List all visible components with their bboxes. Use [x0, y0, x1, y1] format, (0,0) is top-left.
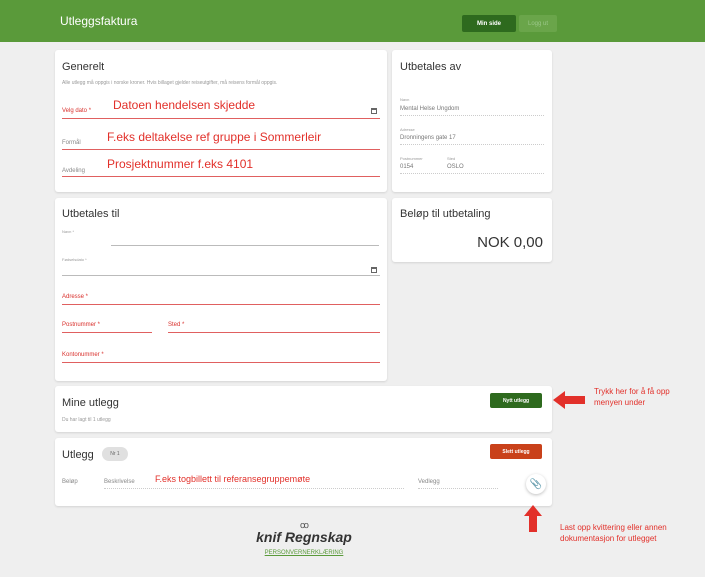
amount-value: NOK 0,00 [477, 234, 543, 251]
amount-title: Beløp til utbetaling [400, 208, 491, 220]
top-bar: Utleggsfaktura Min side Logg ut [0, 0, 705, 42]
general-card: Generelt Alle utlegg må oppgis i norske … [55, 50, 387, 192]
purpose-field[interactable] [62, 149, 380, 150]
date-annotation: Datoen hendelsen skjedde [113, 98, 256, 112]
general-note: Alle utlegg må oppgis i norske kroner. H… [62, 80, 278, 86]
payer-addr-label: Adresse [400, 127, 415, 132]
payee-city-field[interactable] [168, 332, 380, 333]
payee-birth-field[interactable] [62, 275, 380, 276]
my-page-button[interactable]: Min side [462, 15, 516, 32]
paperclip-icon[interactable]: 📎 [526, 474, 546, 494]
amount-card: Beløp til utbetaling NOK 0,00 [392, 198, 552, 262]
general-title: Generelt [62, 61, 105, 73]
dept-annotation: Prosjektnummer f.eks 4101 [107, 157, 254, 171]
calendar-icon[interactable] [371, 267, 377, 273]
payer-zip-value: 0154 [400, 164, 414, 170]
payer-addr-line [400, 144, 544, 145]
dept-field[interactable] [62, 176, 380, 177]
payee-account-field[interactable] [62, 362, 380, 363]
date-label: Velg dato * [62, 108, 92, 114]
footer-brand: knif Regnskap [256, 529, 352, 545]
payee-city-label: Sted * [168, 322, 185, 328]
expense-attach-label: Vedlegg [418, 479, 440, 485]
payer-zip-label: Postnummer [400, 156, 423, 161]
calendar-icon[interactable] [371, 108, 377, 114]
payer-name-line [400, 115, 544, 116]
expense-attach-field[interactable] [418, 488, 498, 489]
privacy-link[interactable]: PERSONVERNERKLÆRING [254, 550, 354, 556]
expense-amount-label: Beløp [62, 479, 78, 485]
dept-label: Avdeling [62, 168, 85, 174]
app-title: Utleggsfaktura [60, 14, 138, 28]
purpose-annotation: F.eks deltakelse ref gruppe i Sommerleir [107, 130, 322, 144]
payer-city-value: OSLO [447, 164, 464, 170]
my-expenses-title: Mine utlegg [62, 397, 119, 409]
expense-card: Utlegg Nr 1 Slett utlegg Beløp Beskrivel… [55, 438, 552, 506]
logout-button[interactable]: Logg ut [519, 15, 557, 32]
expense-desc-field[interactable] [104, 488, 404, 489]
payee-zip-field[interactable] [62, 332, 152, 333]
payee-title: Utbetales til [62, 208, 120, 220]
new-expense-hint: Trykk her for å få opp menyen under [594, 387, 670, 407]
payer-city-label: Sted [447, 156, 456, 161]
payee-birth-label: Fødselsdato * [62, 257, 87, 262]
my-expenses-subtitle: Du har lagt til 1 utlegg [62, 417, 111, 423]
payer-name-label: Navn [400, 97, 410, 102]
expense-number-chip: Nr 1 [102, 447, 128, 461]
delete-expense-button[interactable]: Slett utlegg [490, 444, 542, 459]
purpose-label: Formål [62, 140, 81, 146]
upload-hint: Last opp kvittering eller annen dokument… [560, 523, 667, 543]
payee-address-field[interactable] [62, 304, 380, 305]
payer-title: Utbetales av [400, 61, 462, 73]
payee-zip-label: Postnummer * [62, 322, 101, 328]
arrow-left-icon [553, 391, 585, 409]
payee-account-label: Kontonummer * [62, 352, 104, 358]
payee-name-label: Navn * [62, 229, 75, 234]
footer-logo: ꝏ knif Regnskap PERSONVERNERKLÆRING [254, 520, 354, 556]
new-expense-button[interactable]: Nytt utlegg [490, 393, 542, 408]
expense-desc-annotation: F.eks togbillett til referansegruppemøte [155, 474, 311, 484]
payer-name-value: Mental Helse Ungdom [400, 106, 460, 112]
payee-card: Utbetales til Navn * Fødselsdato * Adres… [55, 198, 387, 381]
my-expenses-card: Mine utlegg Du har lagt til 1 utlegg Nyt… [55, 386, 552, 432]
payee-name-field[interactable] [111, 245, 379, 246]
expense-title: Utlegg [62, 449, 94, 461]
payer-card: Utbetales av Navn Mental Helse Ungdom Ad… [392, 50, 552, 192]
payer-addr-value: Dronningens gate 17 [400, 135, 456, 141]
arrow-up-icon [524, 505, 542, 532]
date-field[interactable] [62, 118, 380, 119]
expense-desc-label: Beskrivelse [104, 479, 135, 485]
payee-address-label: Adresse * [62, 294, 89, 300]
payer-zip-line [400, 173, 544, 174]
